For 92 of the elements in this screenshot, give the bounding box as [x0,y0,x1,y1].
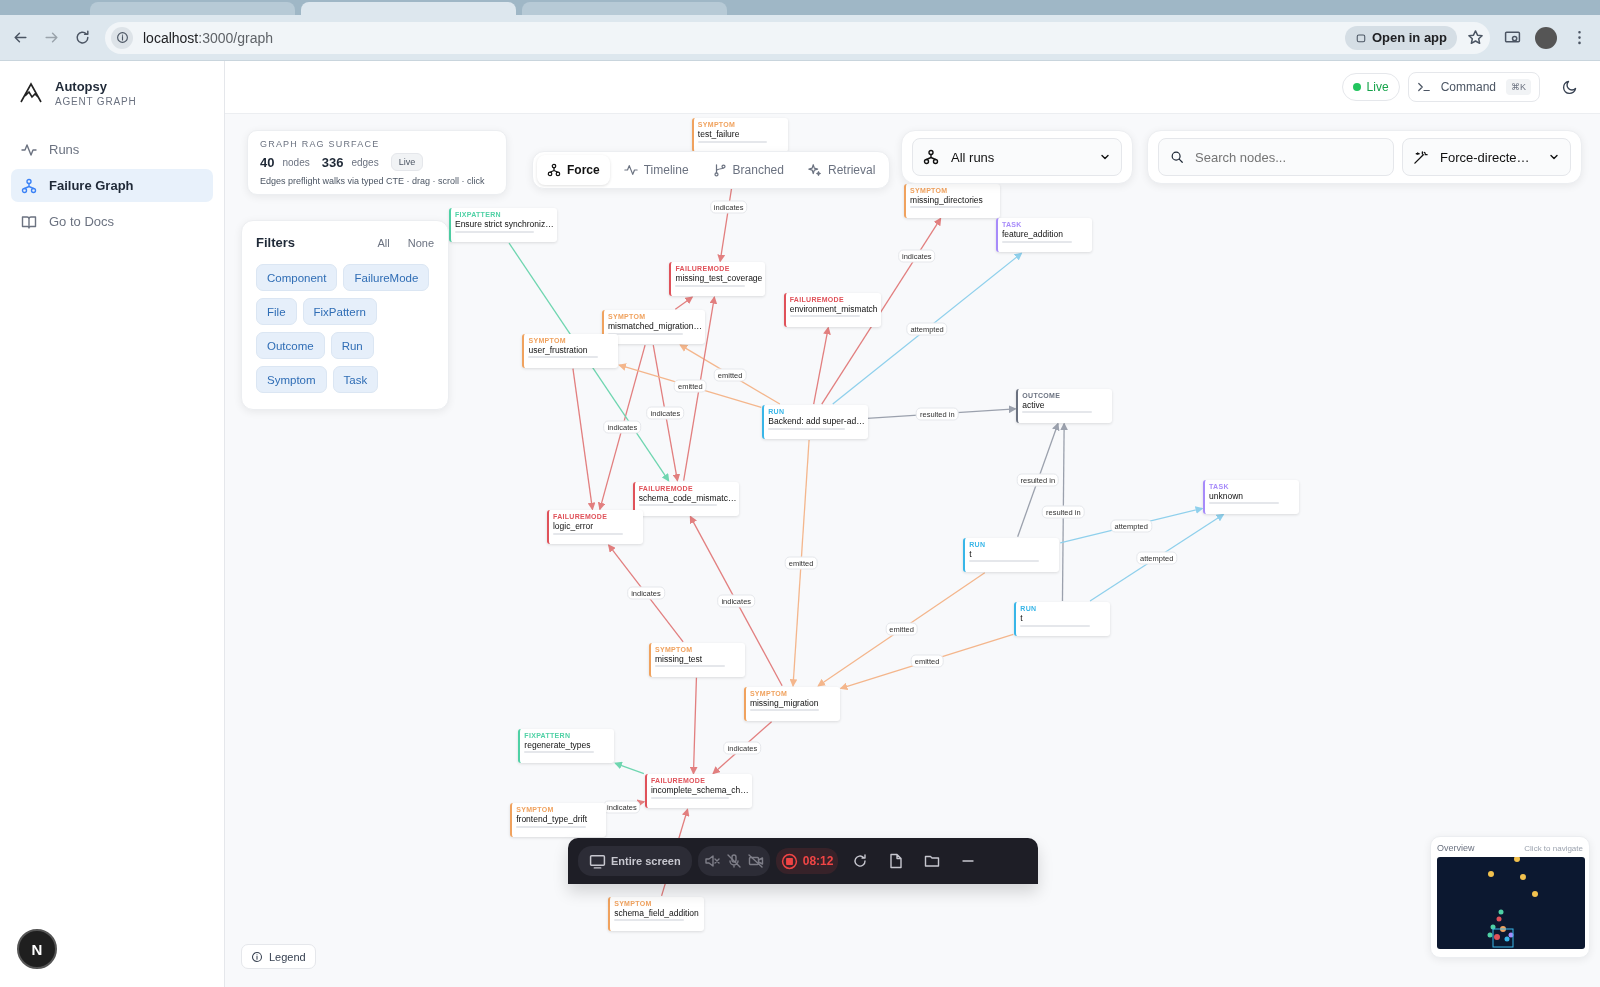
camera-off-icon[interactable] [747,853,764,869]
file-icon[interactable] [888,853,905,869]
node-title: schema_code_mismatc… [638,493,737,503]
stop-recording-button[interactable]: 08:12 [775,848,839,874]
filters-title: Filters [256,235,295,250]
legend-button[interactable]: Legend [241,944,316,969]
activity-icon [623,163,638,177]
view-tab[interactable]: Timeline [613,155,699,185]
brand-name: Autopsy [55,79,108,94]
node-title: incomplete_schema_ch… [650,786,749,795]
wand-icon [1413,149,1428,165]
node-title: t [1020,614,1023,623]
minimap[interactable] [1437,857,1585,949]
search-field[interactable]: Search nodes... [1158,138,1394,176]
status-dot [1352,83,1361,91]
sparkle-icon [807,163,822,177]
node-title: feature_addition [1001,230,1063,239]
terminal-icon [1416,80,1431,94]
mic-muted-icon[interactable] [725,853,742,869]
dev-badge[interactable]: N [17,929,57,969]
profile-avatar[interactable] [1535,26,1557,49]
node-title: schema_field_addition [614,908,699,918]
select-all-link[interactable]: All [377,236,390,249]
app-icon [1354,31,1367,44]
filter-chip[interactable]: Outcome [256,332,325,359]
node-title: regenerate_types [524,740,591,749]
card-caption: Edges preflight walks via typed CTE · drag · scroll · click [260,176,486,186]
node-title: Ensure strict synchroniz… [454,220,554,229]
overview-hint: Click to navigate [1524,843,1583,853]
command-button[interactable]: Command ⌘K [1407,72,1540,102]
node-title: test_failure [697,130,740,139]
nav-item[interactable]: Runs [11,133,213,166]
open-in-app-button[interactable]: Open in app [1344,25,1457,50]
filter-chip[interactable]: Symptom [256,366,327,393]
node-title: unknown [1209,491,1244,501]
hierarchy-icon [21,177,37,194]
reload-icon[interactable] [74,29,91,46]
filter-chip[interactable]: Component [256,264,338,291]
branch-icon [712,163,727,177]
activity-icon [21,141,37,158]
node-title: missing_directories [910,195,983,205]
nav-item[interactable]: Go to Docs [11,205,213,238]
count-label: edges [351,156,379,168]
status-text: Live [1366,80,1389,94]
hierarchy-icon [923,149,939,165]
node-title: t [969,549,972,559]
back-icon[interactable] [12,29,29,46]
filter-chip[interactable]: FixPattern [302,298,377,325]
node-title: environment_mismatch [789,304,878,314]
run-dropdown[interactable]: All runs [912,138,1122,176]
info-icon[interactable] [115,31,129,44]
node-title: logic_error [552,522,594,531]
count-label: nodes [282,156,310,168]
stop-icon [780,852,798,870]
speaker-muted-icon[interactable] [703,853,720,869]
filter-chip[interactable]: File [256,298,297,325]
view-tab[interactable]: Retrieval [797,155,886,185]
url-text: localhost:3000/graph [143,29,273,46]
nav-item[interactable]: Failure Graph [11,169,213,202]
monitor-icon [589,852,606,870]
node-title: frontend_type_drift [516,815,588,824]
filter-chip[interactable]: FailureMode [343,264,430,291]
layout-dropdown[interactable]: Force-directe… [1402,138,1571,176]
book-icon [21,213,37,230]
filter-chip[interactable]: Run [330,332,374,359]
node-title: Backend: add super-ad… [768,417,865,426]
view-tab[interactable]: Branched [702,155,794,185]
info-icon [251,950,263,963]
node-title: active [1022,400,1045,410]
logo-icon [19,81,43,105]
address-bar[interactable]: localhost:3000/graph Open in app [105,21,1490,54]
node-count: 40 [260,154,275,170]
node-title: user_frustration [528,345,588,355]
graph-edge [614,761,645,775]
hierarchy-icon [547,163,561,177]
live-badge: Live [390,153,424,171]
brand-subtitle: AGENT GRAPH [55,96,137,107]
select-none-link[interactable]: None [407,236,434,249]
edge-count: 336 [321,154,344,170]
node-title: missing_migration [749,698,819,708]
folder-icon[interactable] [924,853,941,869]
restart-icon[interactable] [852,853,869,869]
node-title: missing_test [654,654,703,664]
filter-chip[interactable]: Task [332,366,379,393]
moon-icon[interactable] [1562,79,1578,95]
star-icon[interactable] [1467,29,1484,46]
card-title: GRAPH RAG SURFACE [260,139,381,149]
search-icon [1170,150,1184,164]
view-tab[interactable]: Force [537,155,610,185]
node-title: mismatched_migration… [608,322,703,331]
node-title: missing_test_coverage [675,274,763,283]
overview-title: Overview [1437,843,1475,853]
